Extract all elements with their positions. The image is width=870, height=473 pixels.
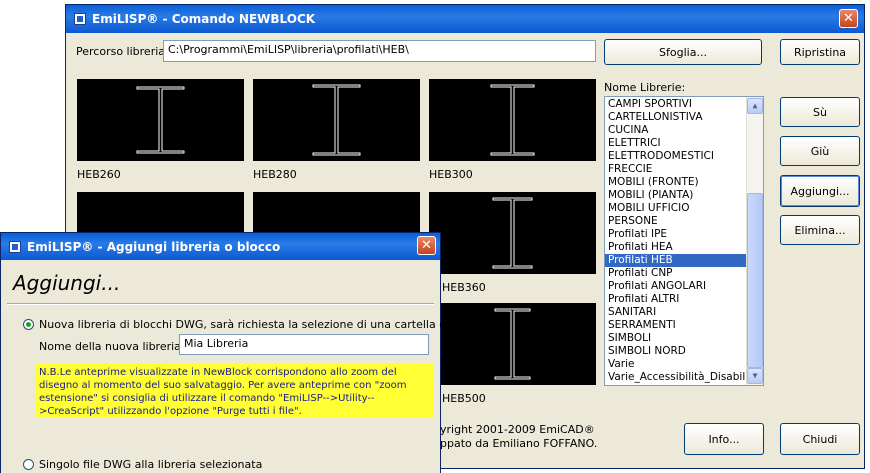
copyright-line-2: ppato da Emiliano FOFFANO. xyxy=(440,437,598,450)
library-name-input[interactable]: Mia Libreria xyxy=(179,334,429,355)
dialog-app-icon xyxy=(9,240,21,253)
option-single-file-label[interactable]: Singolo file DWG alla libreria seleziona… xyxy=(39,458,262,471)
option-new-library-label[interactable]: Nuova libreria di blocchi DWG, sarà rich… xyxy=(39,318,470,331)
scrollbar-thumb[interactable] xyxy=(747,193,763,368)
block-preview-heb260[interactable] xyxy=(77,79,244,161)
option-new-library-radio[interactable] xyxy=(23,319,34,330)
zoom-note: N.B.Le anteprime visualizzate in NewBloc… xyxy=(35,364,433,418)
libraries-list[interactable]: CAMPI SPORTIVI CARTELLONISTIVA CUCINA ELETT… xyxy=(604,96,764,386)
block-preview-heb300[interactable] xyxy=(429,79,596,161)
block-label-heb280: HEB280 xyxy=(253,168,297,181)
main-titlebar[interactable]: EmiLISP® - Comando NEWBLOCK ✕ xyxy=(66,5,864,33)
library-list-item[interactable]: ELETTRODOMESTICI xyxy=(605,150,747,163)
library-list-item[interactable]: MOBILI UFFICIO xyxy=(605,202,747,215)
up-button[interactable]: Sù xyxy=(780,97,860,127)
app-icon xyxy=(74,13,86,25)
copyright-line-1: yright 2001-2009 EmiCAD® xyxy=(440,423,595,436)
block-label-heb360: HEB360 xyxy=(442,281,486,294)
block-label-heb260: HEB260 xyxy=(77,168,121,181)
library-list-item[interactable]: CUCINA xyxy=(605,124,747,137)
add-library-dialog: EmiLISP® - Aggiungi libreria o blocco ✕ … xyxy=(0,232,470,473)
scroll-up-icon[interactable]: ▲ xyxy=(747,98,763,114)
block-preview-heb280[interactable] xyxy=(253,79,420,161)
info-button[interactable]: Info... xyxy=(684,423,764,455)
delete-button[interactable]: Elimina... xyxy=(780,215,860,245)
library-list-item[interactable]: SIMBOLI xyxy=(605,332,747,345)
library-list-item[interactable]: PERSONE xyxy=(605,215,747,228)
library-list-item[interactable]: Profilati ALTRI xyxy=(605,293,747,306)
library-list-item[interactable]: FRECCIE xyxy=(605,163,747,176)
library-list-item[interactable]: CAMPI SPORTIVI xyxy=(605,98,747,111)
library-list-item[interactable]: Profilati HEB xyxy=(605,254,747,267)
list-scrollbar[interactable]: ▲ ▼ xyxy=(746,97,763,385)
library-list-item[interactable]: Varie xyxy=(605,358,747,371)
dialog-close-icon[interactable]: ✕ xyxy=(417,236,436,255)
dialog-heading: Aggiungi... xyxy=(13,271,121,295)
library-list-item[interactable]: Profilati CNP xyxy=(605,267,747,280)
block-preview-heb500[interactable] xyxy=(429,303,596,385)
block-preview-heb360[interactable] xyxy=(429,192,596,274)
library-list-item[interactable]: SANITARI xyxy=(605,306,747,319)
main-window-title: EmiLISP® - Comando NEWBLOCK xyxy=(92,12,316,26)
path-label: Percorso libreria: xyxy=(76,45,169,58)
library-list-item[interactable]: Varie_Accessibilità_Disabili xyxy=(605,371,748,384)
option-single-file-radio[interactable] xyxy=(23,459,34,470)
close-button[interactable]: Chiudi xyxy=(780,423,860,455)
dialog-separator xyxy=(7,303,434,305)
dialog-title: EmiLISP® - Aggiungi libreria o blocco xyxy=(27,239,281,254)
library-list-item[interactable]: SERRAMENTI xyxy=(605,319,747,332)
library-list-item[interactable]: Profilati IPE xyxy=(605,228,747,241)
dialog-titlebar[interactable]: EmiLISP® - Aggiungi libreria o blocco ✕ xyxy=(1,233,440,260)
library-list-item[interactable]: MOBILI (FRONTE) xyxy=(605,176,747,189)
library-list-item[interactable]: MOBILI (PIANTA) xyxy=(605,189,747,202)
path-input[interactable]: C:\Programmi\EmiLISP\libreria\profilati\… xyxy=(163,40,596,62)
restore-button[interactable]: Ripristina xyxy=(780,39,860,65)
library-list-item[interactable]: CARTELLONISTIVA xyxy=(605,111,747,124)
library-list-item[interactable]: SIMBOLI NORD xyxy=(605,345,747,358)
down-button[interactable]: Giù xyxy=(780,136,860,166)
library-name-label: Nome della nuova libreria: xyxy=(39,340,185,353)
scroll-down-icon[interactable]: ▼ xyxy=(747,368,763,384)
block-label-heb300: HEB300 xyxy=(429,168,473,181)
library-list-item[interactable]: Profilati HEA xyxy=(605,241,747,254)
libraries-label: Nome Librerie: xyxy=(604,81,686,94)
library-list-item[interactable]: ELETTRICI xyxy=(605,137,747,150)
block-label-heb500: HEB500 xyxy=(442,392,486,405)
close-icon[interactable]: ✕ xyxy=(839,9,858,28)
add-button[interactable]: Aggiungi... xyxy=(780,175,860,207)
library-list-item[interactable]: Profilati ANGOLARI xyxy=(605,280,747,293)
browse-button[interactable]: Sfoglia... xyxy=(604,39,762,65)
